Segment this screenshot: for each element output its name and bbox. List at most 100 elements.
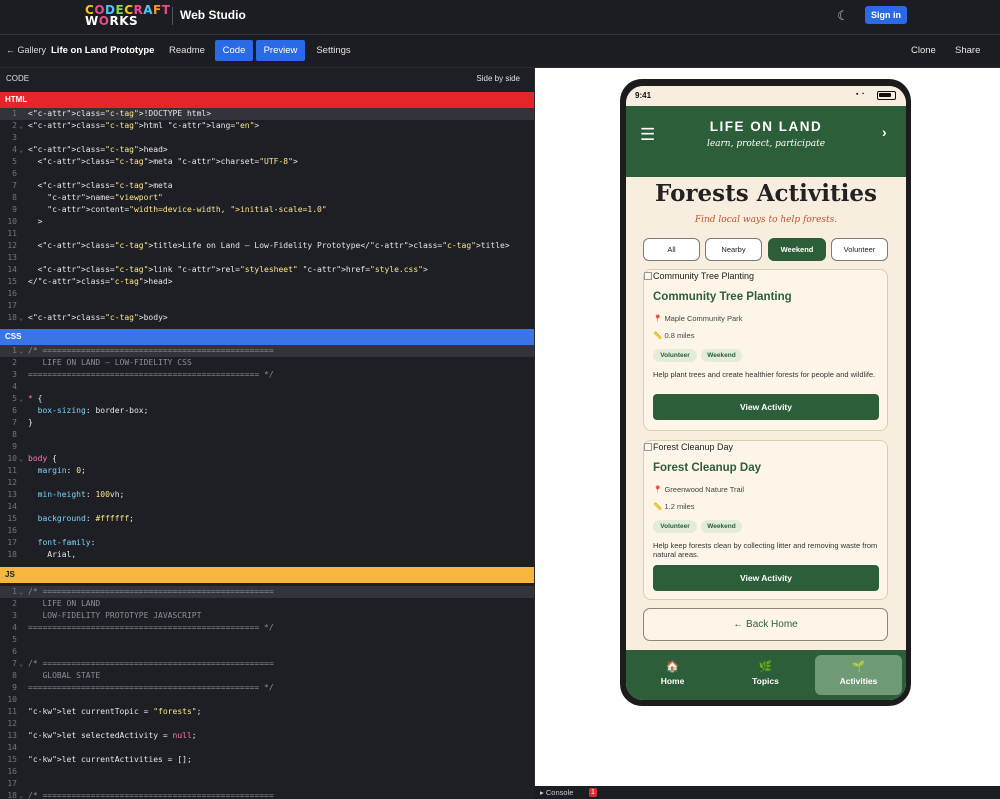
view-activity-button[interactable]: View Activity	[653, 394, 879, 420]
fold-chevron-icon[interactable]: ⌄	[19, 790, 23, 799]
tab-settings[interactable]: Settings	[311, 40, 356, 61]
html-code-block[interactable]: 1 <"c-attr">class="c-tag">!DOCTYPE html> 2…	[0, 108, 534, 328]
tab-readme[interactable]: Readme	[165, 40, 209, 61]
location-pin-icon: 📍	[653, 314, 663, 323]
code-line[interactable]: 8	[0, 429, 534, 441]
sign-in-button[interactable]: Sign in	[865, 6, 907, 24]
code-line[interactable]: 1 ⌄ /* ===================================…	[0, 345, 534, 357]
code-line[interactable]: 13 min-height: 100vh;	[0, 489, 534, 501]
line-number: 7	[12, 659, 17, 668]
code-line[interactable]: 12	[0, 477, 534, 489]
fold-chevron-icon[interactable]: ⌄	[19, 453, 23, 465]
project-toolbar: ← Gallery Life on Land Prototype Readme …	[0, 35, 1000, 67]
code-line[interactable]: 11 margin: 0;	[0, 465, 534, 477]
code-line[interactable]: 14	[0, 501, 534, 513]
code-line[interactable]: 3 =======================================…	[0, 369, 534, 381]
console-bar[interactable]: ▸ Console 1	[534, 786, 1000, 799]
code-line[interactable]: 8 "c-attr">name="viewport"	[0, 192, 534, 204]
fold-chevron-icon[interactable]: ⌄	[19, 120, 23, 132]
back-to-gallery-link[interactable]: ← Gallery	[6, 45, 46, 55]
theme-toggle-moon-icon[interactable]: ☾	[835, 8, 851, 24]
code-line[interactable]: 10 ⌄ body {	[0, 453, 534, 465]
filter-volunteer[interactable]: Volunteer	[831, 238, 888, 261]
code-line[interactable]: 7 <"c-attr">class="c-tag">meta	[0, 180, 534, 192]
code-line[interactable]: 12	[0, 718, 534, 730]
view-activity-button[interactable]: View Activity	[653, 565, 879, 591]
css-code-block[interactable]: 1 ⌄/* ===================================…	[0, 345, 534, 566]
code-line[interactable]: 9 "c-attr">content="width=device-width, …	[0, 204, 534, 216]
code-line[interactable]: 1 ⌄ /* ===================================…	[0, 586, 534, 598]
fold-chevron-icon[interactable]: ⌄	[19, 586, 23, 598]
activity-distance: 📏 0.8 miles	[653, 331, 694, 340]
code-line[interactable]: 7}	[0, 417, 534, 429]
back-home-button[interactable]: ← Back Home	[643, 608, 888, 641]
code-line[interactable]: 17	[0, 300, 534, 312]
code-line[interactable]: 14 <"c-attr">class="c-tag">link "c-attr"…	[0, 264, 534, 276]
code-line[interactable]: 16	[0, 766, 534, 778]
filter-weekend[interactable]: Weekend	[768, 238, 826, 261]
code-line[interactable]: 10	[0, 694, 534, 706]
fold-chevron-icon[interactable]: ⌄	[19, 393, 23, 405]
code-line[interactable]: 6 box-sizing: border-box;	[0, 405, 534, 417]
fold-chevron-icon[interactable]: ⌄	[19, 658, 23, 670]
code-line[interactable]: 5 ⌄ * {	[0, 393, 534, 405]
code-line[interactable]: 5	[0, 634, 534, 646]
code-line[interactable]: 2 LIFE ON LAND – LOW-FIDELITY CSS	[0, 357, 534, 369]
code-line[interactable]: 1 <"c-attr">class="c-tag">!DOCTYPE html>	[0, 108, 534, 120]
code-line[interactable]: 13 "c-kw">let selectedActivity = null;	[0, 730, 534, 742]
code-line[interactable]: 3	[0, 132, 534, 144]
code-line[interactable]: 2 ⌄ <"c-attr">class="c-tag">html "c-attr">…	[0, 120, 534, 132]
code-line[interactable]: 11 "c-kw">let currentTopic = "forests";	[0, 706, 534, 718]
js-code-block[interactable]: 1 ⌄/* ===================================…	[0, 586, 534, 799]
code-line[interactable]: 4	[0, 381, 534, 393]
code-line[interactable]: 9 =======================================…	[0, 682, 534, 694]
code-line[interactable]: 16	[0, 525, 534, 537]
code-line[interactable]: 18 Arial,	[0, 549, 534, 561]
code-line[interactable]: 13	[0, 252, 534, 264]
code-line[interactable]: 2 LIFE ON LAND	[0, 598, 534, 610]
code-line[interactable]: 4 ⌄ <"c-attr">class="c-tag">head>	[0, 144, 534, 156]
css-section-header[interactable]: CSS	[0, 329, 534, 345]
fold-chevron-icon[interactable]: ⌄	[19, 345, 23, 357]
code-line[interactable]: 9	[0, 441, 534, 453]
code-line[interactable]: 12 <"c-attr">class="c-tag">title>Life on…	[0, 240, 534, 252]
code-line[interactable]: 14	[0, 742, 534, 754]
code-line[interactable]: 18 ⌄ <"c-attr">class="c-tag">body>	[0, 312, 534, 324]
html-section-header[interactable]: HTML	[0, 92, 534, 108]
side-by-side-toggle[interactable]: Side by side	[476, 74, 520, 83]
js-section-header[interactable]: JS	[0, 567, 534, 583]
code-line[interactable]: 10 >	[0, 216, 534, 228]
code-line[interactable]: 4 =======================================…	[0, 622, 534, 634]
code-line[interactable]: 6	[0, 168, 534, 180]
nav-topics[interactable]: 🌿 Topics	[719, 650, 812, 700]
fold-chevron-icon[interactable]: ⌄	[19, 312, 23, 324]
clone-button[interactable]: Clone	[911, 45, 936, 56]
line-number: 12	[7, 478, 17, 487]
code-line[interactable]: 15 "c-kw">let currentActivities = [];	[0, 754, 534, 766]
code-line[interactable]: 5 <"c-attr">class="c-tag">meta "c-attr">…	[0, 156, 534, 168]
code-line[interactable]: 15 </"c-attr">class="c-tag">head>	[0, 276, 534, 288]
filter-nearby[interactable]: Nearby	[705, 238, 762, 261]
code-line[interactable]: 18 ⌄ /* ==================================…	[0, 790, 534, 799]
chevron-right-icon[interactable]: ›	[882, 124, 887, 140]
codecraft-logo[interactable]: CODECRAFT WORKS	[85, 4, 170, 28]
code-line[interactable]: 6	[0, 646, 534, 658]
line-number: 17	[7, 538, 17, 547]
code-line[interactable]: 17 font-family:	[0, 537, 534, 549]
fold-chevron-icon[interactable]: ⌄	[19, 144, 23, 156]
nav-activities[interactable]: 🌱 Activities	[815, 655, 902, 695]
tab-code[interactable]: Code	[215, 40, 253, 61]
code-line[interactable]: 3 LOW-FIDELITY PROTOTYPE JAVASCRIPT	[0, 610, 534, 622]
code-line[interactable]: 15 background: #ffffff;	[0, 513, 534, 525]
image-alt-text: Community Tree Planting	[653, 271, 755, 281]
filter-all[interactable]: All	[643, 238, 700, 261]
share-button[interactable]: Share	[955, 45, 980, 56]
code-line[interactable]: 8 GLOBAL STATE	[0, 670, 534, 682]
code-line[interactable]: 16	[0, 288, 534, 300]
code-text: "c-attr">name="viewport"	[47, 193, 163, 202]
nav-home[interactable]: 🏠 Home	[626, 650, 719, 700]
code-line[interactable]: 11	[0, 228, 534, 240]
code-line[interactable]: 7 ⌄ /* ===================================…	[0, 658, 534, 670]
tab-preview[interactable]: Preview	[256, 40, 305, 61]
code-line[interactable]: 17	[0, 778, 534, 790]
